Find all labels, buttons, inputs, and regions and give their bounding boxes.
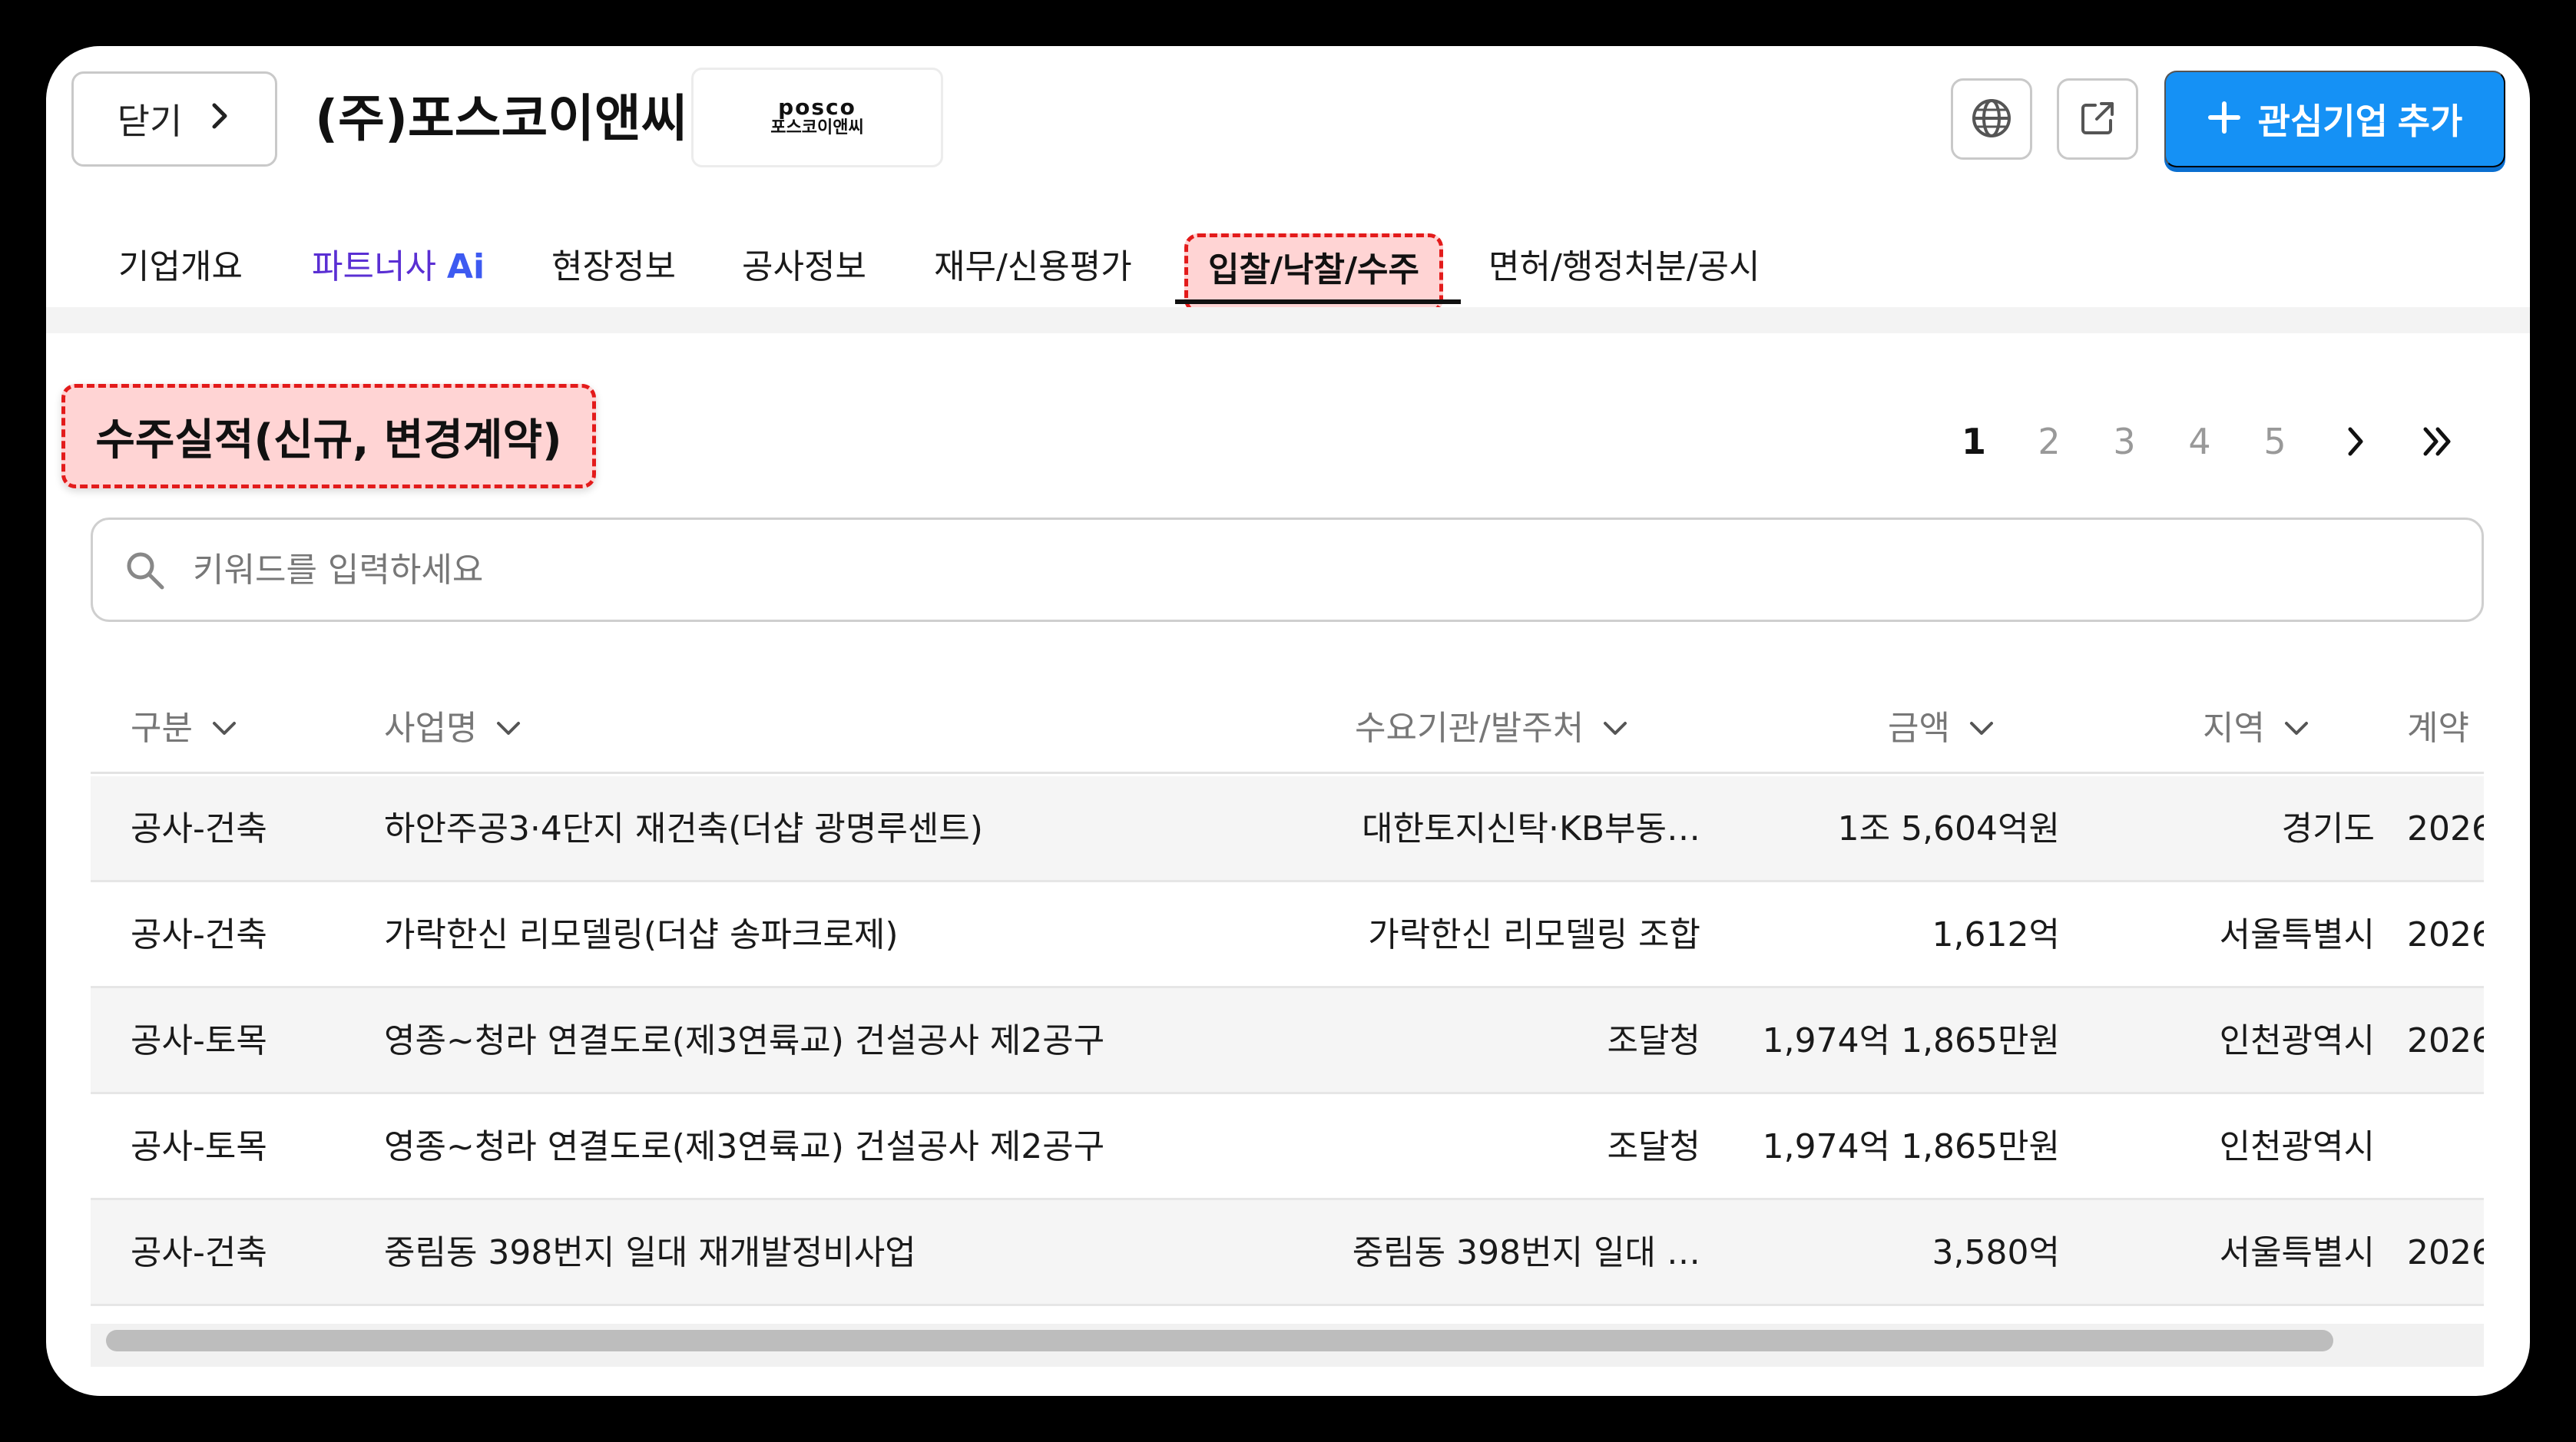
- cell-contract-date: 2026: [2407, 915, 2484, 954]
- column-header-label: 지역: [2203, 709, 2265, 748]
- cell-client: 대한토지신탁·KB부동…: [1362, 809, 1700, 848]
- search-icon: [124, 549, 167, 595]
- next-page-icon[interactable]: [2329, 407, 2382, 476]
- external-link-icon: [2078, 99, 2117, 140]
- company-logo: posco 포스코이앤씨: [691, 68, 943, 167]
- tab-company-overview[interactable]: 기업개요: [118, 230, 243, 304]
- column-header-type[interactable]: 구분: [131, 683, 237, 774]
- cell-type: 공사-건축: [131, 1233, 267, 1272]
- chevron-down-icon: [497, 722, 521, 735]
- active-tab-indicator: [1175, 299, 1461, 304]
- website-button[interactable]: [1951, 78, 2032, 160]
- pagination: 1 2 3 4 5: [1951, 407, 2504, 476]
- cell-client: 중림동 398번지 일대 …: [1352, 1233, 1700, 1272]
- column-header-client[interactable]: 수요기관/발주처: [1355, 683, 1628, 774]
- table-row[interactable]: 공사-건축 가락한신 리모델링(더샵 송파크로제) 가락한신 리모델링 조합 1…: [91, 882, 2484, 988]
- cell-project-name: 영종~청라 연결도로(제3연륙교) 건설공사 제2공구: [384, 1127, 1105, 1166]
- cell-amount: 1,974억 1,865만원: [1762, 1127, 2060, 1166]
- section-title: 수주실적(신규, 변경계약): [61, 384, 596, 488]
- tab-partner-ai-suffix: Ai: [446, 247, 485, 286]
- cell-region: 서울특별시: [2219, 915, 2375, 954]
- cell-amount: 1조 5,604억원: [1837, 809, 2060, 848]
- cell-region: 서울특별시: [2219, 1233, 2375, 1272]
- cell-type: 공사-토목: [131, 1021, 267, 1060]
- chevron-down-icon: [1969, 722, 1993, 735]
- cell-client: 가락한신 리모델링 조합: [1368, 915, 1700, 954]
- add-favorite-label: 관심기업 추가: [2257, 101, 2463, 141]
- tab-construction-info[interactable]: 공사정보: [742, 230, 866, 304]
- close-label: 닫기: [117, 101, 183, 141]
- search-input[interactable]: [193, 535, 2420, 604]
- tab-partner-ai-label: 파트너사: [312, 247, 447, 286]
- orders-table: 구분 사업명 수요기관/발주처 금액 지역 계약 공사-건축 하안주공3·4단지…: [91, 683, 2484, 1321]
- cell-project-name: 가락한신 리모델링(더샵 송파크로제): [384, 915, 899, 954]
- page-2[interactable]: 2: [2026, 407, 2072, 476]
- table-row[interactable]: 공사-토목 영종~청라 연결도로(제3연륙교) 건설공사 제2공구 조달청 1,…: [91, 988, 2484, 1094]
- last-page-icon[interactable]: [2412, 407, 2465, 476]
- cell-contract-date: 2026: [2407, 1021, 2484, 1060]
- cell-region: 인천광역시: [2219, 1127, 2375, 1166]
- column-header-label: 수요기관/발주처: [1355, 709, 1584, 748]
- cell-contract-date: [2407, 1094, 2484, 1200]
- cell-region: 경기도: [2281, 809, 2375, 848]
- close-button[interactable]: 닫기: [71, 71, 277, 167]
- column-header-label: 계약: [2407, 709, 2469, 748]
- company-name: (주)포스코이앤씨: [315, 89, 688, 148]
- page-1[interactable]: 1: [1951, 407, 1997, 476]
- column-header-contract-date[interactable]: 계약: [2407, 683, 2484, 774]
- cell-amount: 1,974억 1,865만원: [1762, 1021, 2060, 1060]
- cell-contract-date: 2026: [2407, 809, 2484, 848]
- logo-line-1: posco: [778, 94, 856, 120]
- cell-type: 공사-건축: [131, 915, 267, 954]
- chevron-down-icon: [212, 722, 236, 735]
- cell-client: 조달청: [1607, 1021, 1700, 1060]
- cell-type: 공사-토목: [131, 1127, 267, 1166]
- table-row[interactable]: 공사-건축 하안주공3·4단지 재건축(더샵 광명루센트) 대한토지신탁·KB부…: [91, 776, 2484, 882]
- cell-project-name: 중림동 398번지 일대 재개발정비사업: [384, 1233, 916, 1272]
- column-header-amount[interactable]: 금액: [1888, 683, 1995, 774]
- plus-icon: [2207, 94, 2241, 145]
- tab-license-admin-disclosure[interactable]: 면허/행정처분/공시: [1488, 230, 1760, 304]
- column-header-project-name[interactable]: 사업명: [384, 683, 521, 774]
- cell-type: 공사-건축: [131, 809, 267, 848]
- external-link-button[interactable]: [2057, 78, 2138, 160]
- cell-amount: 3,580억: [1932, 1233, 2060, 1272]
- cell-contract-date: 2026: [2407, 1233, 2484, 1272]
- cell-region: 인천광역시: [2219, 1021, 2375, 1060]
- page-3[interactable]: 3: [2101, 407, 2147, 476]
- logo-line-2: 포스코이앤씨: [770, 118, 864, 137]
- chevron-right-icon: [208, 98, 231, 141]
- cell-client: 조달청: [1607, 1127, 1700, 1166]
- search-box: [91, 518, 2484, 622]
- column-header-label: 금액: [1888, 709, 1950, 748]
- column-header-label: 사업명: [384, 709, 478, 748]
- cell-project-name: 영종~청라 연결도로(제3연륙교) 건설공사 제2공구: [384, 1021, 1105, 1060]
- table-header: 구분 사업명 수요기관/발주처 금액 지역 계약: [91, 683, 2484, 774]
- add-favorite-company-button[interactable]: 관심기업 추가: [2164, 71, 2505, 167]
- device-frame: 닫기 (주)포스코이앤씨 posco 포스코이앤씨 관심기업 추가 기업개요 파…: [0, 0, 2576, 1442]
- app-screen: 닫기 (주)포스코이앤씨 posco 포스코이앤씨 관심기업 추가 기업개요 파…: [46, 46, 2530, 1396]
- tab-site-info[interactable]: 현장정보: [551, 230, 676, 304]
- tab-finance-credit[interactable]: 재무/신용평가: [934, 230, 1132, 304]
- horizontal-scrollbar-thumb[interactable]: [106, 1330, 2333, 1351]
- chevron-down-icon: [2284, 722, 2308, 735]
- page-4[interactable]: 4: [2177, 407, 2223, 476]
- globe-icon: [1970, 97, 2013, 142]
- tab-bar: 기업개요 파트너사 Ai 현장정보 공사정보 재무/신용평가 입찰/낙찰/수주 …: [46, 230, 2530, 313]
- table-row[interactable]: 공사-건축 중림동 398번지 일대 재개발정비사업 중림동 398번지 일대 …: [91, 1200, 2484, 1306]
- table-row[interactable]: 공사-토목 영종~청라 연결도로(제3연륙교) 건설공사 제2공구 조달청 1,…: [91, 1094, 2484, 1200]
- tab-partner-ai[interactable]: 파트너사 Ai: [312, 230, 485, 304]
- column-header-label: 구분: [131, 709, 193, 748]
- cell-project-name: 하안주공3·4단지 재건축(더샵 광명루센트): [384, 809, 983, 848]
- page-5[interactable]: 5: [2252, 407, 2298, 476]
- chevron-down-icon: [1604, 722, 1627, 735]
- header-divider-band: [46, 307, 2530, 333]
- column-header-region[interactable]: 지역: [2203, 683, 2309, 774]
- cell-amount: 1,612억: [1932, 915, 2060, 954]
